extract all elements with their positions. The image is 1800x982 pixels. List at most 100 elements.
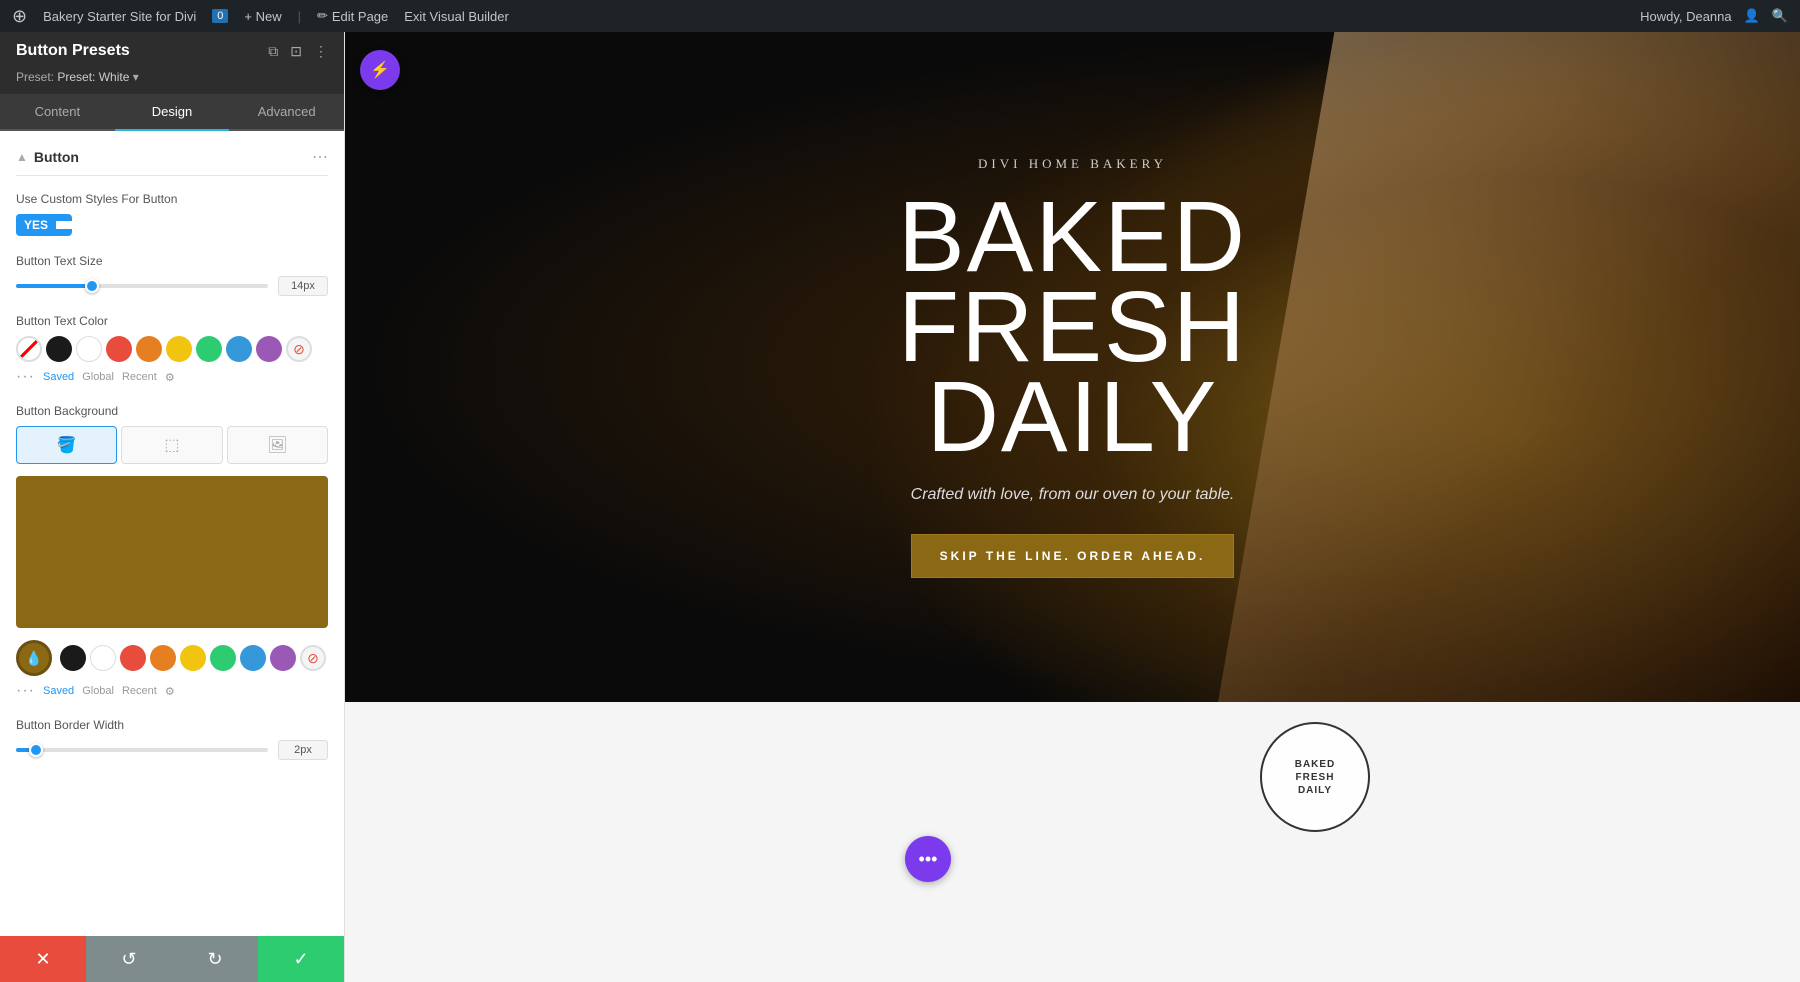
text-size-slider-thumb[interactable] xyxy=(85,279,99,293)
redo-icon: ↻ xyxy=(207,949,222,970)
color-swatch-transparent[interactable] xyxy=(16,336,42,362)
bottom-swatch-yellow[interactable] xyxy=(180,645,206,671)
text-color-field: Button Text Color ⊘ ··· Saved Glob xyxy=(16,314,328,386)
color-swatch-orange[interactable] xyxy=(136,336,162,362)
hero-tagline: DIVI HOME BAKERY xyxy=(723,156,1423,172)
exit-builder-link[interactable]: Exit Visual Builder xyxy=(404,9,509,24)
bottom-swatch-blue[interactable] xyxy=(240,645,266,671)
bg-option-gradient[interactable]: ⬚ xyxy=(121,426,222,464)
left-panel: Button Presets ⧉ ⊡ ⋮ Preset: Preset: Whi… xyxy=(0,32,345,982)
color-swatch-yellow[interactable] xyxy=(166,336,192,362)
stamp-text: BAKED FRESH DAILY xyxy=(1295,758,1336,797)
bg-option-image[interactable]: 🖼 xyxy=(227,426,328,464)
color-swatch-green[interactable] xyxy=(196,336,222,362)
panel-header-icons: ⧉ ⊡ ⋮ xyxy=(268,43,328,60)
bottom-tag-gear-icon[interactable]: ⚙ xyxy=(165,685,175,698)
bottom-tag-saved[interactable]: Saved xyxy=(43,685,74,697)
tab-content[interactable]: Content xyxy=(0,94,115,131)
section-collapse-icon[interactable]: ▲ xyxy=(16,150,28,164)
text-size-slider-row: 14px xyxy=(16,276,328,296)
text-size-slider-track[interactable] xyxy=(16,284,268,288)
custom-styles-field: Use Custom Styles For Button YES xyxy=(16,192,328,236)
hero-cta-button[interactable]: SKIP THE LINE. ORDER AHEAD. xyxy=(911,534,1235,578)
color-tag-recent[interactable]: Recent xyxy=(122,371,157,383)
wp-admin-bar: ⊕ Bakery Starter Site for Divi 0 + New |… xyxy=(0,0,1800,32)
undo-button[interactable]: ↺ xyxy=(86,936,172,982)
bg-option-solid[interactable]: 🪣 xyxy=(16,426,117,464)
tab-design[interactable]: Design xyxy=(115,94,230,131)
search-icon[interactable]: 🔍 xyxy=(1772,8,1788,24)
border-width-slider-thumb[interactable] xyxy=(29,743,43,757)
bottom-swatch-white[interactable] xyxy=(90,645,116,671)
close-button[interactable]: ✕ xyxy=(0,936,86,982)
custom-styles-toggle[interactable]: YES xyxy=(16,214,72,236)
bottom-swatch-black[interactable] xyxy=(60,645,86,671)
purple-fab-icon: ••• xyxy=(919,849,938,870)
text-size-field: Button Text Size 14px xyxy=(16,254,328,296)
text-size-value[interactable]: 14px xyxy=(278,276,328,296)
bottom-swatch-custom[interactable]: ⊘ xyxy=(300,645,326,671)
preset-label[interactable]: Preset: Preset: White ▾ xyxy=(16,70,139,84)
border-width-value[interactable]: 2px xyxy=(278,740,328,760)
border-width-slider-track[interactable] xyxy=(16,748,268,752)
comment-count-badge[interactable]: 0 xyxy=(212,9,228,23)
text-size-label: Button Text Size xyxy=(16,254,328,268)
toggle-no[interactable] xyxy=(56,221,72,229)
color-tag-gear-icon[interactable]: ⚙ xyxy=(165,371,175,384)
hero-subtitle: Crafted with love, from our oven to your… xyxy=(723,486,1423,504)
new-button[interactable]: + New xyxy=(244,9,281,24)
text-size-slider-fill xyxy=(16,284,92,288)
bottom-tag-global[interactable]: Global xyxy=(82,685,114,697)
panel-header: Button Presets ⧉ ⊡ ⋮ xyxy=(0,32,344,70)
pencil-icon: ✏ xyxy=(317,8,328,24)
color-swatch-red[interactable] xyxy=(106,336,132,362)
grid-icon[interactable]: ⊡ xyxy=(290,43,302,60)
main-layout: Button Presets ⧉ ⊡ ⋮ Preset: Preset: Whi… xyxy=(0,32,1800,982)
color-swatch-custom[interactable]: ⊘ xyxy=(286,336,312,362)
divi-fab-button[interactable]: ⚡ xyxy=(360,50,400,90)
bottom-swatch-purple[interactable] xyxy=(270,645,296,671)
toggle-yes[interactable]: YES xyxy=(16,214,56,236)
right-content: ⚡ DIVI HOME BAKERY BAKED FRESH DAILY Cra… xyxy=(345,32,1800,982)
section-menu-icon[interactable]: ⋯ xyxy=(312,147,328,167)
color-preview-large[interactable] xyxy=(16,476,328,628)
more-icon[interactable]: ⋮ xyxy=(314,43,328,60)
site-name-link[interactable]: Bakery Starter Site for Divi xyxy=(43,9,196,24)
edit-page-link[interactable]: ✏ Edit Page xyxy=(317,8,388,24)
hero-content: DIVI HOME BAKERY BAKED FRESH DAILY Craft… xyxy=(723,156,1423,578)
color-swatch-purple[interactable] xyxy=(256,336,282,362)
hero-title-line2: DAILY xyxy=(723,372,1423,462)
avatar[interactable]: 👤 xyxy=(1744,8,1760,24)
tab-advanced[interactable]: Advanced xyxy=(229,94,344,131)
panel-title: Button Presets xyxy=(16,42,130,60)
bottom-tag-recent[interactable]: Recent xyxy=(122,685,157,697)
user-greeting: Howdy, Deanna xyxy=(1640,9,1732,24)
redo-button[interactable]: ↻ xyxy=(172,936,258,982)
color-tag-saved[interactable]: Saved xyxy=(43,371,74,383)
color-swatch-blue[interactable] xyxy=(226,336,252,362)
purple-fab-button[interactable]: ••• xyxy=(905,836,951,882)
bottom-swatch-orange[interactable] xyxy=(150,645,176,671)
undo-icon: ↺ xyxy=(121,949,136,970)
bottom-color-tags: ··· Saved Global Recent ⚙ xyxy=(16,682,328,700)
bottom-color-dots[interactable]: ··· xyxy=(16,682,35,700)
save-button[interactable]: ✓ xyxy=(258,936,344,982)
color-dots[interactable]: ··· xyxy=(16,368,35,386)
color-swatch-black[interactable] xyxy=(46,336,72,362)
color-tag-global[interactable]: Global xyxy=(82,371,114,383)
circle-stamp: BAKED FRESH DAILY xyxy=(1260,722,1370,832)
bottom-swatch-green[interactable] xyxy=(210,645,236,671)
bg-label: Button Background xyxy=(16,404,328,418)
bottom-action-bar: ✕ ↺ ↻ ✓ xyxy=(0,936,344,982)
copy-icon[interactable]: ⧉ xyxy=(268,43,278,60)
eyedropper-button[interactable]: 💧 xyxy=(16,640,52,676)
bg-field: Button Background 🪣 ⬚ 🖼 💧 xyxy=(16,404,328,700)
admin-bar-right: Howdy, Deanna 👤 🔍 xyxy=(1640,8,1788,24)
close-icon: ✕ xyxy=(35,949,50,970)
check-icon: ✓ xyxy=(293,949,308,970)
color-swatch-white[interactable] xyxy=(76,336,102,362)
wp-logo-icon[interactable]: ⊕ xyxy=(12,6,27,27)
hero-section: DIVI HOME BAKERY BAKED FRESH DAILY Craft… xyxy=(345,32,1800,702)
bottom-swatch-red[interactable] xyxy=(120,645,146,671)
custom-styles-label: Use Custom Styles For Button xyxy=(16,192,328,206)
